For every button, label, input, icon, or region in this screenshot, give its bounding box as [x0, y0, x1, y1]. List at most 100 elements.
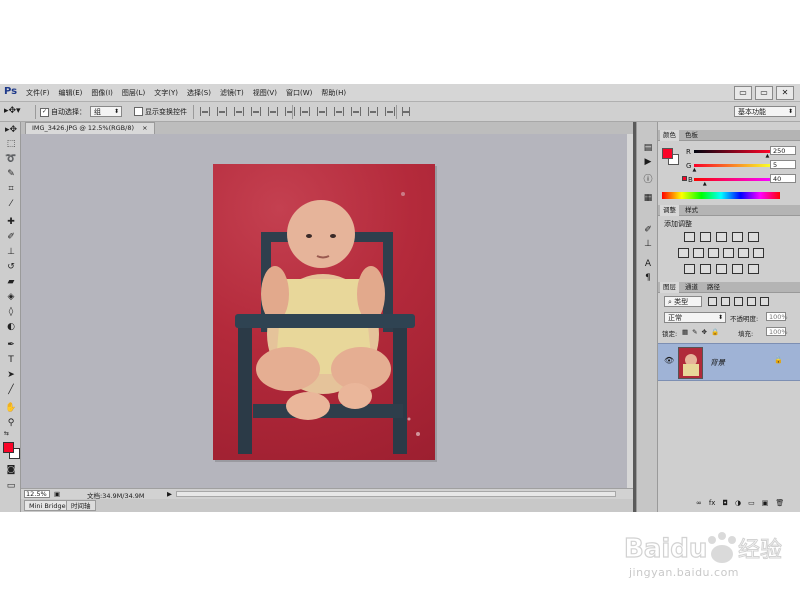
delete-layer-icon[interactable]: 🗑 [775, 499, 784, 507]
properties-panel-icon[interactable]: ▦ [641, 192, 655, 204]
menu-layer[interactable]: 图层(L) [122, 88, 145, 98]
distribute-top-icon[interactable] [300, 107, 310, 116]
type-tool-icon[interactable]: T [4, 354, 18, 366]
lasso-tool-icon[interactable]: ➰ [4, 153, 18, 165]
align-right-icon[interactable] [285, 107, 295, 116]
menu-file[interactable]: 文件(F) [26, 88, 50, 98]
distribute-vcenter-icon[interactable] [317, 107, 327, 116]
path-selection-tool-icon[interactable]: ➤ [4, 369, 18, 381]
channel-mixer-icon[interactable] [738, 248, 749, 258]
add-mask-icon[interactable]: ◘ [722, 499, 728, 507]
tab-swatches[interactable]: 色板 [682, 130, 701, 141]
distribute-hcenter-icon[interactable] [368, 107, 378, 116]
layer-row-background[interactable]: 👁 背景 🔒 [658, 343, 800, 381]
vertical-scrollbar[interactable] [627, 134, 633, 488]
move-tool-preset-icon[interactable]: ▸✥▾ [4, 106, 21, 116]
clone-source-panel-icon[interactable]: ⊥ [641, 238, 655, 250]
minimize-button[interactable]: ▭ [734, 86, 752, 100]
info-panel-icon[interactable]: ⓘ [641, 174, 655, 186]
tab-styles[interactable]: 样式 [682, 205, 701, 216]
tab-channels[interactable]: 通道 [682, 282, 701, 293]
screen-mode-icon[interactable]: ▭ [4, 480, 18, 492]
opacity-value[interactable]: 100% [766, 312, 788, 321]
workspace-switcher[interactable]: 基本功能 ⬍ [734, 106, 796, 117]
filter-type-icon[interactable] [734, 297, 743, 306]
menu-edit[interactable]: 编辑(E) [59, 88, 83, 98]
filter-pixel-icon[interactable] [708, 297, 717, 306]
eraser-tool-icon[interactable]: ▰ [4, 276, 18, 288]
crop-tool-icon[interactable]: ⌗ [4, 183, 18, 195]
close-button[interactable]: ✕ [776, 86, 794, 100]
link-layers-icon[interactable]: ∞ [696, 499, 702, 507]
document-tab[interactable]: IMG_3426.JPG @ 12.5%(RGB/8) × [25, 122, 155, 134]
blend-mode-dropdown[interactable]: 正常 ⬍ [664, 312, 726, 323]
blue-slider-thumb-icon[interactable]: ▲ [703, 181, 707, 187]
clone-stamp-tool-icon[interactable]: ⊥ [4, 246, 18, 258]
restore-button[interactable]: ▭ [755, 86, 773, 100]
brush-panel-icon[interactable]: ✐ [641, 224, 655, 236]
gradient-map-icon[interactable] [732, 264, 743, 274]
hue-saturation-icon[interactable] [678, 248, 689, 258]
zoom-level[interactable]: 12.5% [24, 490, 50, 498]
layer-visibility-eye-icon[interactable]: 👁 [664, 356, 674, 365]
invert-icon[interactable] [684, 264, 695, 274]
lock-image-icon[interactable]: ✎ [692, 328, 697, 336]
distribute-right-icon[interactable] [385, 107, 395, 116]
canvas-area[interactable] [21, 134, 627, 488]
filter-adjustment-icon[interactable] [721, 297, 730, 306]
new-adjustment-icon[interactable]: ◑ [735, 499, 741, 507]
paragraph-panel-icon[interactable]: ¶ [641, 272, 655, 284]
dodge-tool-icon[interactable]: ◐ [4, 321, 18, 333]
blur-tool-icon[interactable]: ◊ [4, 306, 18, 318]
history-panel-icon[interactable]: ▤ [641, 142, 655, 154]
eyedropper-tool-icon[interactable]: ⁄ [4, 198, 18, 210]
menu-type[interactable]: 文字(Y) [154, 88, 178, 98]
paint-bucket-tool-icon[interactable]: ◈ [4, 291, 18, 303]
character-panel-icon[interactable]: A [641, 258, 655, 270]
auto-align-icon[interactable] [402, 107, 410, 116]
menu-image[interactable]: 图像(I) [91, 88, 113, 98]
auto-select-dropdown[interactable]: 组 ⬍ [90, 106, 122, 117]
hand-tool-icon[interactable]: ✋ [4, 402, 18, 414]
status-menu-arrow-icon[interactable]: ▶ [167, 490, 172, 498]
tab-paths[interactable]: 路径 [704, 282, 723, 293]
show-transform-checkbox[interactable] [134, 107, 143, 118]
lock-all-icon[interactable]: 🔒 [711, 328, 719, 336]
brightness-contrast-icon[interactable] [684, 232, 695, 242]
selective-color-icon[interactable] [748, 264, 759, 274]
marquee-tool-icon[interactable]: ⬚ [4, 138, 18, 150]
black-white-icon[interactable] [708, 248, 719, 258]
fill-value[interactable]: 100% [766, 327, 788, 336]
new-group-icon[interactable]: ▭ [748, 499, 755, 507]
threshold-icon[interactable] [716, 264, 727, 274]
menu-select[interactable]: 选择(S) [187, 88, 211, 98]
menu-view[interactable]: 视图(V) [253, 88, 277, 98]
close-tab-icon[interactable]: × [142, 124, 147, 132]
color-spectrum[interactable] [662, 192, 780, 199]
menu-filter[interactable]: 滤镜(T) [220, 88, 244, 98]
history-brush-tool-icon[interactable]: ↺ [4, 261, 18, 273]
color-panel-foreground-swatch[interactable] [662, 148, 673, 159]
green-slider[interactable] [694, 164, 770, 167]
posterize-icon[interactable] [700, 264, 711, 274]
move-tool-icon[interactable]: ▸✥ [4, 124, 18, 136]
align-left-icon[interactable] [251, 107, 261, 116]
align-top-icon[interactable] [200, 107, 210, 116]
distribute-bottom-icon[interactable] [334, 107, 344, 116]
vibrance-icon[interactable] [748, 232, 759, 242]
color-balance-icon[interactable] [693, 248, 704, 258]
color-lookup-icon[interactable] [753, 248, 764, 258]
menu-window[interactable]: 窗口(W) [286, 88, 312, 98]
swap-colors-icon[interactable]: ⇆ [4, 430, 9, 437]
curves-icon[interactable] [716, 232, 727, 242]
red-slider-thumb-icon[interactable]: ▲ [766, 153, 770, 159]
align-vcenter-icon[interactable] [217, 107, 227, 116]
auto-select-checkbox[interactable]: ✓ [40, 107, 49, 117]
levels-icon[interactable] [700, 232, 711, 242]
line-tool-icon[interactable]: ╱ [4, 384, 18, 396]
green-slider-thumb-icon[interactable]: ▲ [692, 167, 696, 173]
green-value[interactable]: 5 [770, 160, 796, 169]
photo-filter-icon[interactable] [723, 248, 734, 258]
filter-smart-object-icon[interactable] [760, 297, 769, 306]
actions-panel-icon[interactable]: ▶ [641, 156, 655, 168]
